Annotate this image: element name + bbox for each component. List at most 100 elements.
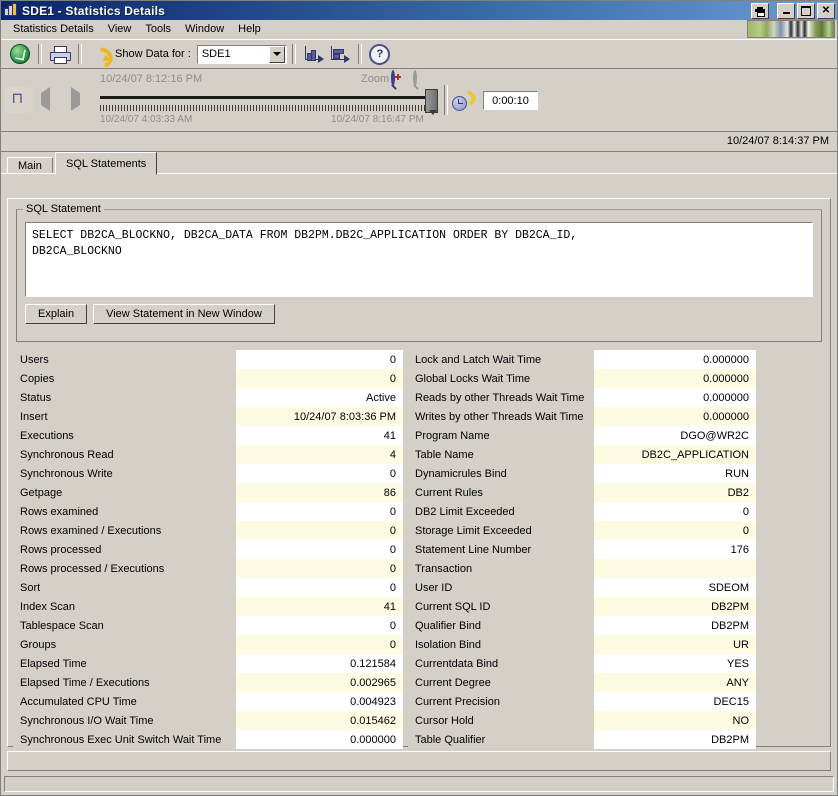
table-row[interactable]: Synchronous Exec Unit Switch Wait Time 0.… [13, 730, 403, 749]
table-row[interactable]: Getpage 86 [13, 483, 403, 502]
print-icon[interactable] [751, 2, 769, 19]
timeline-current-time: 10/24/07 8:12:16 PM [100, 73, 203, 85]
timeline-forward-button[interactable] [71, 87, 93, 111]
stat-value: 0.000000 [594, 369, 756, 388]
menu-item-window[interactable]: Window [178, 22, 231, 36]
timeline-range-end: 10/24/07 8:16:47 PM [331, 114, 424, 125]
maximize-icon[interactable] [797, 2, 815, 19]
table-row[interactable]: Cursor Hold NO [408, 711, 756, 730]
table-row[interactable]: Writes by other Threads Wait Time 0.00000… [408, 407, 756, 426]
stat-label: Executions [13, 426, 236, 445]
refresh-interval-icon[interactable] [452, 87, 479, 113]
table-row[interactable]: Transaction [408, 559, 756, 578]
table-row[interactable]: Copies 0 [13, 369, 403, 388]
zoom-label: Zoom [361, 73, 390, 85]
table-row[interactable]: Elapsed Time 0.121584 [13, 654, 403, 673]
print-button[interactable] [47, 42, 73, 66]
close-icon[interactable]: ✕ [817, 2, 835, 19]
table-row[interactable]: Current Precision DEC15 [408, 692, 756, 711]
table-row[interactable]: Table Qualifier DB2PM [408, 730, 756, 749]
toolbar-separator [78, 44, 82, 64]
stat-label: DB2 Limit Exceeded [408, 502, 594, 521]
table-row[interactable]: Qualifier Bind DB2PM [408, 616, 756, 635]
bottom-panel [7, 751, 831, 771]
table-row[interactable]: Executions 41 [13, 426, 403, 445]
table-row[interactable]: Current Degree ANY [408, 673, 756, 692]
stat-label: Current Rules [408, 483, 594, 502]
green-check-circle-icon [10, 44, 30, 64]
table-row[interactable]: Storage Limit Exceeded 0 [408, 521, 756, 540]
menu-item-statistics-details[interactable]: Statistics Details [6, 22, 101, 36]
table-row[interactable]: Sort 0 [13, 578, 403, 597]
zoom-out-icon[interactable] [413, 70, 429, 87]
explain-button[interactable]: Explain [25, 304, 88, 324]
stat-label: Status [13, 388, 236, 407]
stat-label: Synchronous Read [13, 445, 236, 464]
sql-button-row: Explain View Statement in New Window [25, 304, 275, 324]
table-row[interactable]: Lock and Latch Wait Time 0.000000 [408, 350, 756, 369]
export-chart-alt-button[interactable] [327, 42, 353, 66]
refresh-interval-input[interactable]: 0:00:10 [483, 91, 538, 110]
menu-item-tools[interactable]: Tools [138, 22, 178, 36]
view-statement-new-window-button[interactable]: View Statement in New Window [93, 304, 275, 324]
table-row[interactable]: Tablespace Scan 0 [13, 616, 403, 635]
data-source-select[interactable]: SDE1 [196, 44, 287, 64]
stat-label: Reads by other Threads Wait Time [408, 388, 594, 407]
export-chart-button[interactable] [301, 42, 327, 66]
chart-export-icon [304, 45, 324, 63]
stat-value: 0.000000 [594, 407, 756, 426]
table-row[interactable]: Current SQL ID DB2PM [408, 597, 756, 616]
table-row[interactable]: Synchronous Write 0 [13, 464, 403, 483]
table-row[interactable]: Reads by other Threads Wait Time 0.000000 [408, 388, 756, 407]
menu-item-view[interactable]: View [101, 22, 139, 36]
table-row[interactable]: Status Active [13, 388, 403, 407]
timeline-track[interactable] [100, 96, 430, 99]
table-row[interactable]: User ID SDEOM [408, 578, 756, 597]
table-row[interactable]: Groups 0 [13, 635, 403, 654]
table-row[interactable]: Currentdata Bind YES [408, 654, 756, 673]
table-row[interactable]: Statement Line Number 176 [408, 540, 756, 559]
minimize-icon[interactable] [777, 2, 795, 19]
chevron-down-icon[interactable] [268, 45, 285, 63]
stat-value: 0 [236, 350, 403, 369]
table-row[interactable]: Isolation Bind UR [408, 635, 756, 654]
timeline-back-button[interactable] [41, 87, 63, 111]
window-title: SDE1 - Statistics Details [22, 3, 166, 18]
table-row[interactable]: Rows processed 0 [13, 540, 403, 559]
tab-main[interactable]: Main [7, 157, 53, 174]
yellow-refresh-arrow-icon [90, 45, 110, 63]
table-row[interactable]: Index Scan 41 [13, 597, 403, 616]
help-button[interactable]: ? [367, 42, 393, 66]
table-row[interactable]: Current Rules DB2 [408, 483, 756, 502]
table-row[interactable]: DB2 Limit Exceeded 0 [408, 502, 756, 521]
menu-item-help[interactable]: Help [231, 22, 268, 36]
stat-label: Statement Line Number [408, 540, 594, 559]
timeline-slider-handle[interactable] [425, 89, 438, 115]
sql-statement-text[interactable]: SELECT DB2CA_BLOCKNO, DB2CA_DATA FROM DB… [25, 222, 813, 297]
table-row[interactable]: Elapsed Time / Executions 0.002965 [13, 673, 403, 692]
table-row[interactable]: Accumulated CPU Time 0.004923 [13, 692, 403, 711]
table-row[interactable]: Dynamicrules Bind RUN [408, 464, 756, 483]
stat-label: Users [13, 350, 236, 369]
zoom-in-icon[interactable] [391, 70, 407, 87]
stat-label: Elapsed Time [13, 654, 236, 673]
table-row[interactable]: Synchronous Read 4 [13, 445, 403, 464]
reload-button[interactable] [87, 42, 113, 66]
table-row[interactable]: Users 0 [13, 350, 403, 369]
stat-value: 0.121584 [236, 654, 403, 673]
stat-value: 176 [594, 540, 756, 559]
table-row[interactable]: Rows examined / Executions 0 [13, 521, 403, 540]
table-row[interactable]: Program Name DGO@WR2C [408, 426, 756, 445]
stat-value: 0.004923 [236, 692, 403, 711]
question-mark-help-icon: ? [369, 43, 391, 65]
table-row[interactable]: Rows processed / Executions 0 [13, 559, 403, 578]
table-row[interactable]: Table Name DB2C_APPLICATION [408, 445, 756, 464]
stat-label: Sort [13, 578, 236, 597]
table-row[interactable]: Rows examined 0 [13, 502, 403, 521]
table-row[interactable]: Synchronous I/O Wait Time 0.015462 [13, 711, 403, 730]
history-button[interactable]: ⊓ [5, 87, 33, 113]
table-row[interactable]: Global Locks Wait Time 0.000000 [408, 369, 756, 388]
status-indicator-button[interactable] [7, 42, 33, 66]
table-row[interactable]: Insert 10/24/07 8:03:36 PM [13, 407, 403, 426]
tab-sql-statements[interactable]: SQL Statements [55, 152, 158, 175]
